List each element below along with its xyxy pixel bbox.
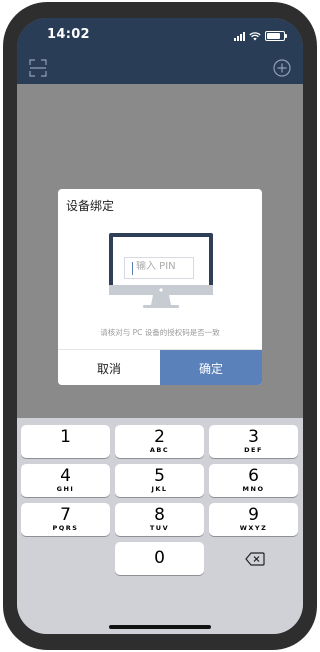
key-number: 6 xyxy=(248,466,259,486)
key-letters: MNO xyxy=(242,485,265,493)
confirm-button[interactable]: 确定 xyxy=(160,350,262,385)
device-binding-dialog: 设备绑定 请核对与 PC 设备的授权码是否一致 取消 确定 xyxy=(58,189,262,385)
status-time: 14:02 xyxy=(47,27,90,42)
battery-icon xyxy=(265,31,287,41)
signal-icon xyxy=(234,31,245,41)
key-number: 1 xyxy=(60,427,71,447)
key-3[interactable]: 3 DEF xyxy=(209,425,298,458)
key-number: 2 xyxy=(154,427,165,447)
status-bar: 14:02 xyxy=(17,18,303,54)
key-number: 0 xyxy=(154,548,165,568)
key-9[interactable]: 9 WXYZ xyxy=(209,503,298,536)
key-number: 5 xyxy=(154,466,165,486)
phone-screen: 14:02 设备绑定 输入 PIN 请核对与 PC 设备的授权码是否一致 取消 … xyxy=(17,18,303,634)
nav-bar xyxy=(17,54,303,84)
key-6[interactable]: 6 MNO xyxy=(209,464,298,497)
key-letters: ABC xyxy=(149,446,170,454)
key-7[interactable]: 7 PQRS xyxy=(21,503,110,536)
key-8[interactable]: 8 TUV xyxy=(115,503,204,536)
backspace-icon[interactable] xyxy=(245,552,265,566)
key-4[interactable]: 4 GHI xyxy=(21,464,110,497)
key-number: 8 xyxy=(154,505,165,525)
key-number: 4 xyxy=(60,466,71,486)
verification-hint: 请核对与 PC 设备的授权码是否一致 xyxy=(100,328,220,337)
numeric-keypad: 1 2 ABC 3 DEF 4 GHI 5 JKL 6 MNO 7 PQRS 8… xyxy=(17,418,303,634)
cancel-button[interactable]: 取消 xyxy=(58,350,160,385)
key-number: 7 xyxy=(60,505,71,525)
key-0[interactable]: 0 xyxy=(115,542,204,575)
dialog-button-row: 取消 确定 xyxy=(58,349,262,385)
status-icons xyxy=(234,30,287,42)
key-number: 9 xyxy=(248,505,259,525)
wifi-icon xyxy=(249,31,261,40)
key-letters: JKL xyxy=(151,485,168,493)
scan-icon[interactable] xyxy=(27,57,49,79)
pin-input[interactable] xyxy=(136,261,192,272)
key-letters: DEF xyxy=(244,446,263,454)
home-indicator xyxy=(109,625,211,629)
text-cursor xyxy=(132,262,133,275)
pin-input-box[interactable] xyxy=(124,257,194,279)
key-letters: GHI xyxy=(56,485,75,493)
key-letters: TUV xyxy=(149,524,170,532)
key-1[interactable]: 1 xyxy=(21,425,110,458)
phone-device: 14:02 设备绑定 输入 PIN 请核对与 PC 设备的授权码是否一致 取消 … xyxy=(0,0,320,652)
key-2[interactable]: 2 ABC xyxy=(115,425,204,458)
key-5[interactable]: 5 JKL xyxy=(115,464,204,497)
add-circle-icon[interactable] xyxy=(271,57,293,79)
key-number: 3 xyxy=(248,427,259,447)
dialog-title: 设备绑定 xyxy=(66,199,115,213)
key-letters: PQRS xyxy=(52,524,79,532)
key-letters: WXYZ xyxy=(239,524,268,532)
